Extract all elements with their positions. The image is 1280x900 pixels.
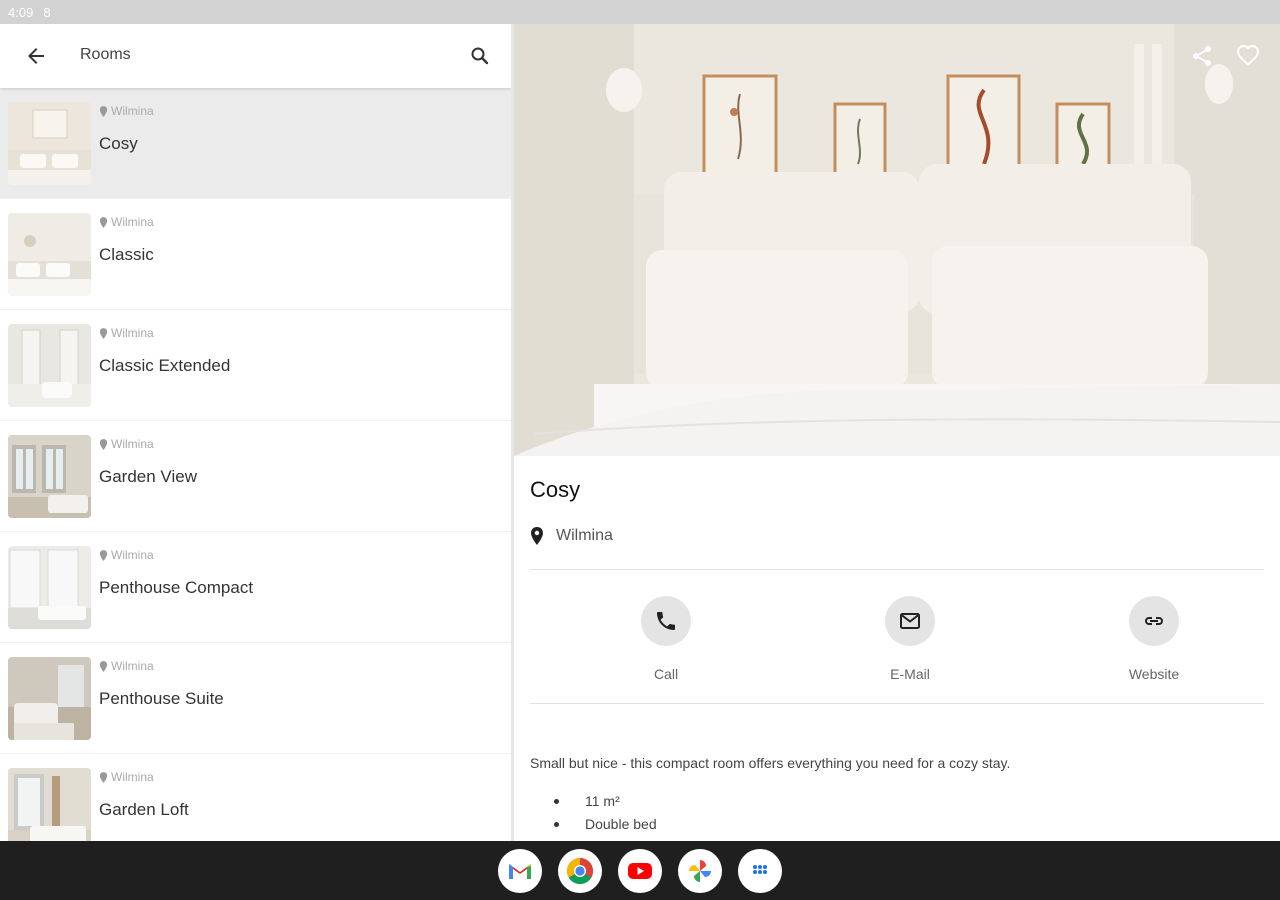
room-title: Cosy	[530, 477, 581, 502]
heart-icon[interactable]	[1236, 44, 1260, 68]
room-location-text: Wilmina	[111, 326, 154, 340]
email-label: E-Mail	[890, 666, 930, 682]
share-icon[interactable]	[1190, 44, 1214, 68]
room-name: Cosy	[99, 134, 138, 153]
mail-icon	[900, 613, 920, 629]
room-name: Garden View	[99, 467, 197, 486]
room-location: Wilmina	[99, 659, 154, 673]
room-location: Wilmina	[99, 215, 154, 229]
room-list-pane: Rooms Wilmina Cosy Wilmina Classic Wilmi…	[0, 24, 511, 841]
list-item[interactable]: Wilmina Garden View	[0, 421, 511, 532]
divider	[530, 569, 1264, 570]
phone-icon	[657, 612, 675, 630]
room-location: Wilmina	[99, 548, 154, 562]
search-icon[interactable]	[468, 44, 492, 68]
location-pin-icon	[99, 438, 108, 450]
contact-actions: Call E-Mail Website	[530, 596, 1264, 696]
divider	[530, 703, 1264, 704]
website-circle	[1129, 596, 1179, 646]
apps-icon[interactable]	[738, 848, 782, 893]
email-circle	[885, 596, 935, 646]
room-thumbnail	[8, 435, 91, 518]
location-pin-icon	[99, 105, 108, 117]
location-pin-icon	[531, 527, 543, 545]
status-time: 4:09	[8, 4, 34, 20]
room-name: Classic	[99, 245, 154, 264]
feature-item: 11 m²	[554, 793, 657, 816]
room-thumbnail	[8, 546, 91, 629]
call-circle	[641, 596, 691, 646]
location-pin-icon	[99, 327, 108, 339]
location-pin-icon	[99, 549, 108, 561]
room-location-text: Wilmina	[111, 659, 154, 673]
room-location-text: Wilmina	[111, 104, 154, 118]
link-icon	[1145, 617, 1163, 625]
room-name: Penthouse Suite	[99, 689, 224, 708]
call-button[interactable]: Call	[606, 596, 726, 682]
taskbar-dock	[0, 841, 1280, 900]
room-location-text: Wilmina	[111, 215, 154, 229]
room-location: Wilmina	[99, 104, 154, 118]
status-extra: 8	[43, 4, 51, 20]
location-pin-icon	[99, 216, 108, 228]
website-button[interactable]: Website	[1094, 596, 1214, 682]
call-label: Call	[653, 666, 679, 682]
app-bar: Rooms	[0, 24, 511, 88]
room-thumbnail	[8, 102, 91, 185]
room-detail-location: Wilmina	[530, 527, 613, 545]
room-list: Wilmina Cosy Wilmina Classic Wilmina Cla…	[0, 88, 511, 841]
list-item[interactable]: Wilmina Cosy	[0, 88, 511, 199]
room-detail-location-text: Wilmina	[556, 527, 613, 544]
room-description: Small but nice - this compact room offer…	[530, 755, 1011, 771]
room-name: Penthouse Compact	[99, 578, 254, 597]
arrow-left-icon[interactable]	[24, 44, 48, 68]
website-label: Website	[1128, 666, 1180, 682]
list-item[interactable]: Wilmina Penthouse Suite	[0, 643, 511, 754]
room-location: Wilmina	[99, 437, 154, 451]
page-title: Rooms	[80, 46, 131, 63]
location-pin-icon	[99, 660, 108, 672]
room-location: Wilmina	[99, 326, 154, 340]
list-item[interactable]: Wilmina Classic	[0, 199, 511, 310]
room-location-text: Wilmina	[111, 437, 154, 451]
gmail-icon[interactable]	[498, 848, 542, 893]
chrome-icon[interactable]	[558, 848, 602, 893]
room-location: Wilmina	[99, 770, 154, 784]
room-name: Classic Extended	[99, 356, 231, 375]
room-thumbnail	[8, 324, 91, 407]
youtube-icon[interactable]	[618, 848, 662, 893]
room-name: Garden Loft	[99, 800, 189, 819]
feature-item: Double bed	[554, 816, 657, 839]
list-item[interactable]: Wilmina Garden Loft	[0, 754, 511, 841]
list-item[interactable]: Wilmina Classic Extended	[0, 310, 511, 421]
room-thumbnail	[8, 657, 91, 740]
room-thumbnail	[8, 213, 91, 296]
room-detail-pane: Cosy Wilmina Call E-Mail Website Small b…	[514, 24, 1280, 841]
room-location-text: Wilmina	[111, 770, 154, 784]
photos-icon[interactable]	[678, 848, 722, 893]
list-item[interactable]: Wilmina Penthouse Compact	[0, 532, 511, 643]
status-bar: 4:09 8	[0, 0, 1280, 841]
room-features: 11 m² Double bed	[554, 793, 657, 839]
email-button[interactable]: E-Mail	[850, 596, 970, 682]
location-pin-icon	[99, 771, 108, 783]
room-thumbnail	[8, 768, 91, 841]
room-location-text: Wilmina	[111, 548, 154, 562]
room-hero-image	[514, 24, 1280, 456]
hero-actions	[1190, 44, 1260, 68]
